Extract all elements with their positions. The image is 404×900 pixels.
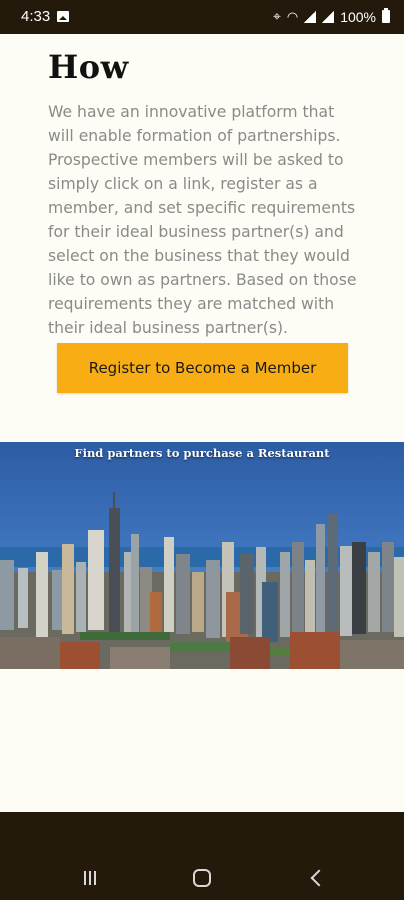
battery-percent: 100% [340, 8, 376, 25]
volte-icon [322, 10, 335, 23]
hero-image: Find partners to purchase a Restaurant [0, 442, 404, 669]
how-section: How We have an innovative platform that … [48, 34, 360, 340]
home-icon[interactable] [188, 864, 216, 892]
battery-icon [382, 8, 390, 23]
status-bar: 4:33 ⌖ ◠ 100% [0, 0, 404, 34]
wifi-icon: ◠ [286, 8, 299, 24]
hero-caption: Find partners to purchase a Restaurant [74, 446, 330, 460]
city-skyline-image [0, 492, 404, 669]
back-icon[interactable] [302, 864, 330, 892]
location-icon: ⌖ [272, 8, 281, 24]
register-button[interactable]: Register to Become a Member [57, 343, 348, 393]
image-icon [57, 11, 69, 22]
status-icons: ⌖ ◠ 100% [273, 8, 390, 25]
status-time: 4:33 [21, 8, 51, 25]
recent-apps-icon[interactable] [76, 864, 104, 892]
section-title: How [48, 48, 129, 86]
navigation-bar [0, 812, 404, 900]
signal-icon [304, 10, 317, 23]
section-body: We have an innovative platform that will… [48, 103, 357, 337]
